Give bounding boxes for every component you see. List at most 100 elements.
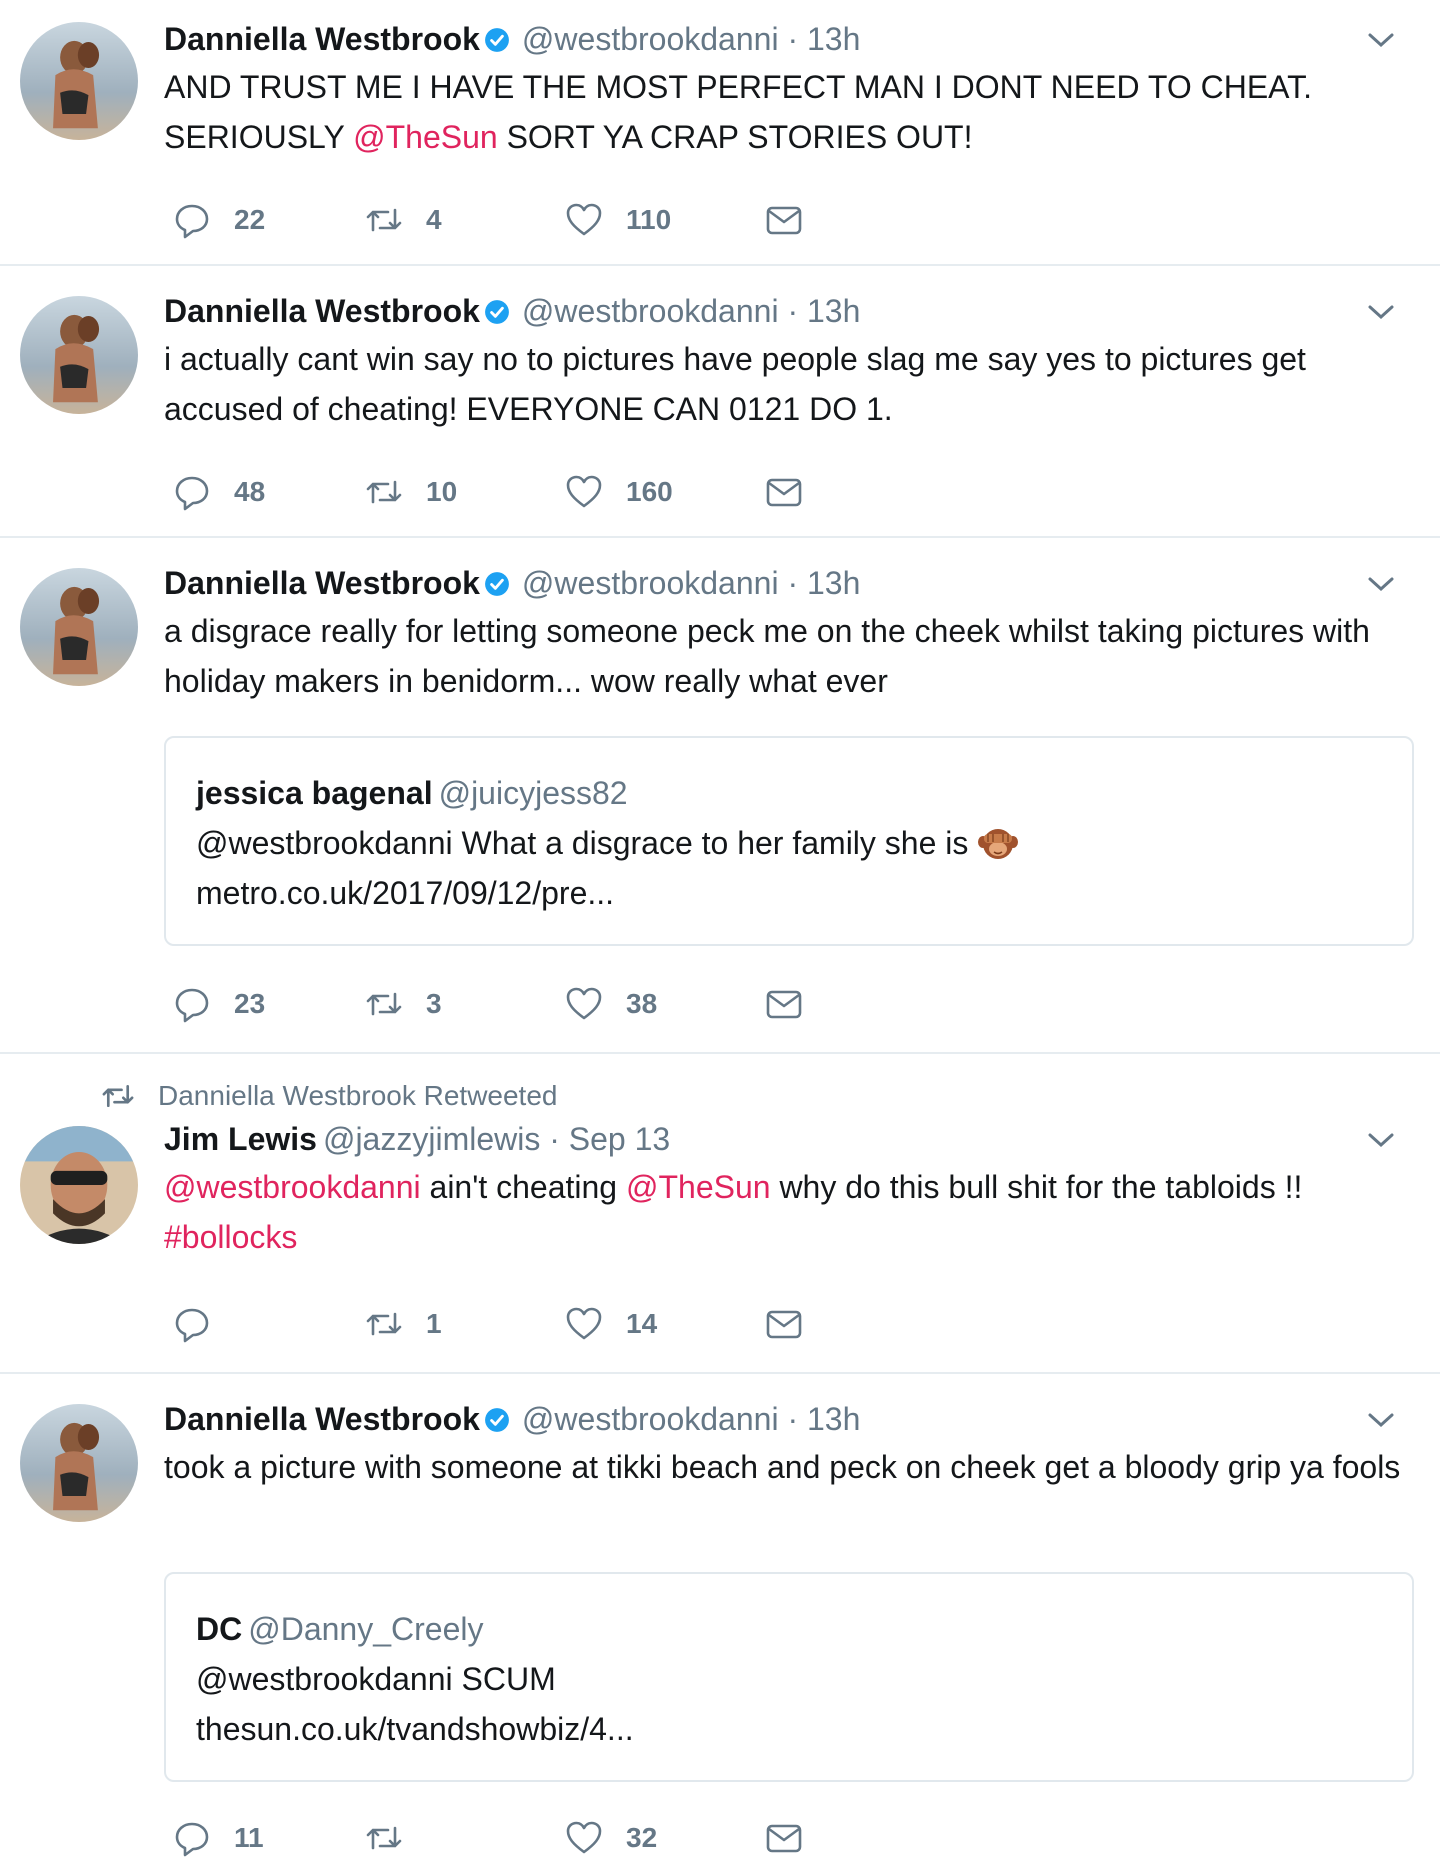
tweet-time[interactable]: 13h	[807, 565, 860, 601]
tweet-timeline: Danniella Westbrook @westbrookdanni · 13h…	[0, 0, 1440, 1873]
heart-icon	[566, 1821, 602, 1854]
avatar[interactable]	[20, 1404, 138, 1522]
quoted-author-handle: @Danny_Creely	[248, 1611, 484, 1647]
avatar[interactable]	[20, 22, 138, 140]
tweet[interactable]: Danniella Westbrook @westbrookdanni · 13h…	[0, 538, 1440, 1054]
avatar-photo	[20, 1404, 138, 1522]
reply-button[interactable]: 11	[172, 1816, 264, 1860]
verified-badge-icon	[485, 572, 509, 596]
hashtag-link[interactable]: #bollocks	[164, 1219, 297, 1255]
quoted-tweet[interactable]: jessica bagenal @juicyjess82 @westbrookda…	[164, 736, 1414, 946]
reply-button[interactable]	[172, 1302, 234, 1346]
like-button[interactable]: 160	[564, 470, 673, 514]
retweet-button[interactable]	[364, 1816, 426, 1860]
mention-link[interactable]: @westbrookdanni	[164, 1169, 421, 1205]
like-button[interactable]: 32	[564, 1816, 657, 1860]
reply-button[interactable]: 22	[172, 198, 265, 242]
tweet[interactable]: Danniella Westbrook Retweeted Jim Lewis @…	[0, 1054, 1440, 1374]
tweet-text-segment: i actually cant win say no to pictures h…	[164, 341, 1306, 427]
tweet-text: @westbrookdanni ain't cheating @TheSun w…	[164, 1162, 1418, 1262]
tweet-text: i actually cant win say no to pictures h…	[164, 334, 1418, 434]
tweet-actions: 1 14	[172, 1302, 872, 1346]
reply-button[interactable]: 23	[172, 982, 265, 1026]
author-handle[interactable]: @westbrookdanni	[522, 293, 779, 329]
chevron-down-icon[interactable]	[1364, 26, 1398, 54]
tweet-time[interactable]: Sep 13	[569, 1121, 670, 1157]
tweet-header: Danniella Westbrook @westbrookdanni · 13h	[164, 1398, 1418, 1440]
like-button[interactable]: 38	[564, 982, 657, 1026]
reply-count: 22	[234, 204, 266, 235]
avatar-photo	[20, 296, 138, 414]
tweet-time[interactable]: 13h	[807, 293, 860, 329]
tweet-actions: 23 3 38	[172, 982, 872, 1026]
tweet-text-segment: took a picture with someone at tikki bea…	[164, 1449, 1401, 1485]
direct-message-button[interactable]	[764, 982, 804, 1026]
chevron-down-icon[interactable]	[1364, 570, 1398, 598]
verified-badge-icon	[485, 1408, 509, 1432]
author-handle[interactable]: @westbrookdanni	[522, 21, 779, 57]
tweet-text-segment: ain't cheating	[420, 1169, 626, 1205]
like-button[interactable]: 110	[564, 198, 671, 242]
tweet[interactable]: Danniella Westbrook @westbrookdanni · 13h…	[0, 1374, 1440, 1873]
direct-message-button[interactable]	[764, 1302, 804, 1346]
quoted-author-name: jessica bagenal	[196, 775, 433, 811]
separator-dot: ·	[787, 565, 799, 601]
author-handle[interactable]: @jazzyjimlewis	[323, 1121, 540, 1157]
avatar-photo	[20, 22, 138, 140]
retweeted-by-label[interactable]: Danniella Westbrook Retweeted	[158, 1080, 557, 1112]
quoted-author-handle: @juicyjess82	[438, 775, 628, 811]
tweet-text-segment: a disgrace really for letting someone pe…	[164, 613, 1370, 699]
retweet-icon	[366, 992, 402, 1016]
tweet-text-segment: why do this bull shit for the tabloids !…	[770, 1169, 1303, 1205]
tweet-header: Danniella Westbrook @westbrookdanni · 13h	[164, 290, 1418, 332]
chevron-down-icon[interactable]	[1364, 1126, 1398, 1154]
quoted-tweet[interactable]: DC @Danny_Creely @westbrookdanni SCUM the…	[164, 1572, 1414, 1782]
retweet-button[interactable]: 3	[364, 982, 442, 1026]
chevron-down-icon[interactable]	[1364, 1406, 1398, 1434]
heart-icon	[566, 475, 602, 508]
tweet-text: took a picture with someone at tikki bea…	[164, 1442, 1418, 1492]
mention-link[interactable]: @TheSun	[353, 119, 498, 155]
retweet-button[interactable]: 4	[364, 198, 442, 242]
avatar[interactable]	[20, 568, 138, 686]
retweet-button[interactable]: 10	[364, 470, 457, 514]
author-handle[interactable]: @westbrookdanni	[522, 565, 779, 601]
retweet-icon	[366, 1826, 402, 1850]
tweet-header: Danniella Westbrook @westbrookdanni · 13h	[164, 562, 1418, 604]
verified-badge-icon	[485, 300, 509, 324]
author-handle[interactable]: @westbrookdanni	[522, 1401, 779, 1437]
tweet[interactable]: Danniella Westbrook @westbrookdanni · 13h…	[0, 266, 1440, 538]
quoted-text: @westbrookdanni What a disgrace to her f…	[196, 825, 969, 861]
direct-message-button[interactable]	[764, 470, 804, 514]
reply-count: 48	[234, 476, 266, 507]
direct-message-button[interactable]	[764, 1816, 804, 1860]
reply-button[interactable]: 48	[172, 470, 265, 514]
author-name[interactable]: Danniella Westbrook	[164, 1401, 480, 1437]
separator-dot: ·	[787, 21, 799, 57]
reply-count: 23	[234, 988, 266, 1019]
reply-icon	[175, 204, 209, 239]
tweet-header: Jim Lewis @jazzyjimlewis · Sep 13	[164, 1118, 1418, 1160]
tweet-text: a disgrace really for letting someone pe…	[164, 606, 1418, 706]
chevron-down-icon[interactable]	[1364, 298, 1398, 326]
author-name[interactable]: Danniella Westbrook	[164, 21, 480, 57]
avatar[interactable]	[20, 296, 138, 414]
author-name[interactable]: Danniella Westbrook	[164, 293, 480, 329]
retweet-icon	[366, 480, 402, 504]
author-name[interactable]: Jim Lewis	[164, 1121, 317, 1157]
direct-message-button[interactable]	[764, 198, 804, 242]
quoted-author-name: DC	[196, 1611, 243, 1647]
avatar[interactable]	[20, 1126, 138, 1244]
avatar-photo	[20, 1126, 138, 1244]
avatar-photo	[20, 568, 138, 686]
quoted-link[interactable]: metro.co.uk/2017/09/12/pre...	[196, 875, 614, 911]
retweet-button[interactable]: 1	[364, 1302, 442, 1346]
like-button[interactable]: 14	[564, 1302, 657, 1346]
quoted-link[interactable]: thesun.co.uk/tvandshowbiz/4...	[196, 1711, 634, 1747]
tweet-time[interactable]: 13h	[807, 21, 860, 57]
author-name[interactable]: Danniella Westbrook	[164, 565, 480, 601]
tweet-time[interactable]: 13h	[807, 1401, 860, 1437]
envelope-icon	[766, 1824, 802, 1853]
mention-link[interactable]: @TheSun	[626, 1169, 771, 1205]
tweet[interactable]: Danniella Westbrook @westbrookdanni · 13h…	[0, 0, 1440, 266]
